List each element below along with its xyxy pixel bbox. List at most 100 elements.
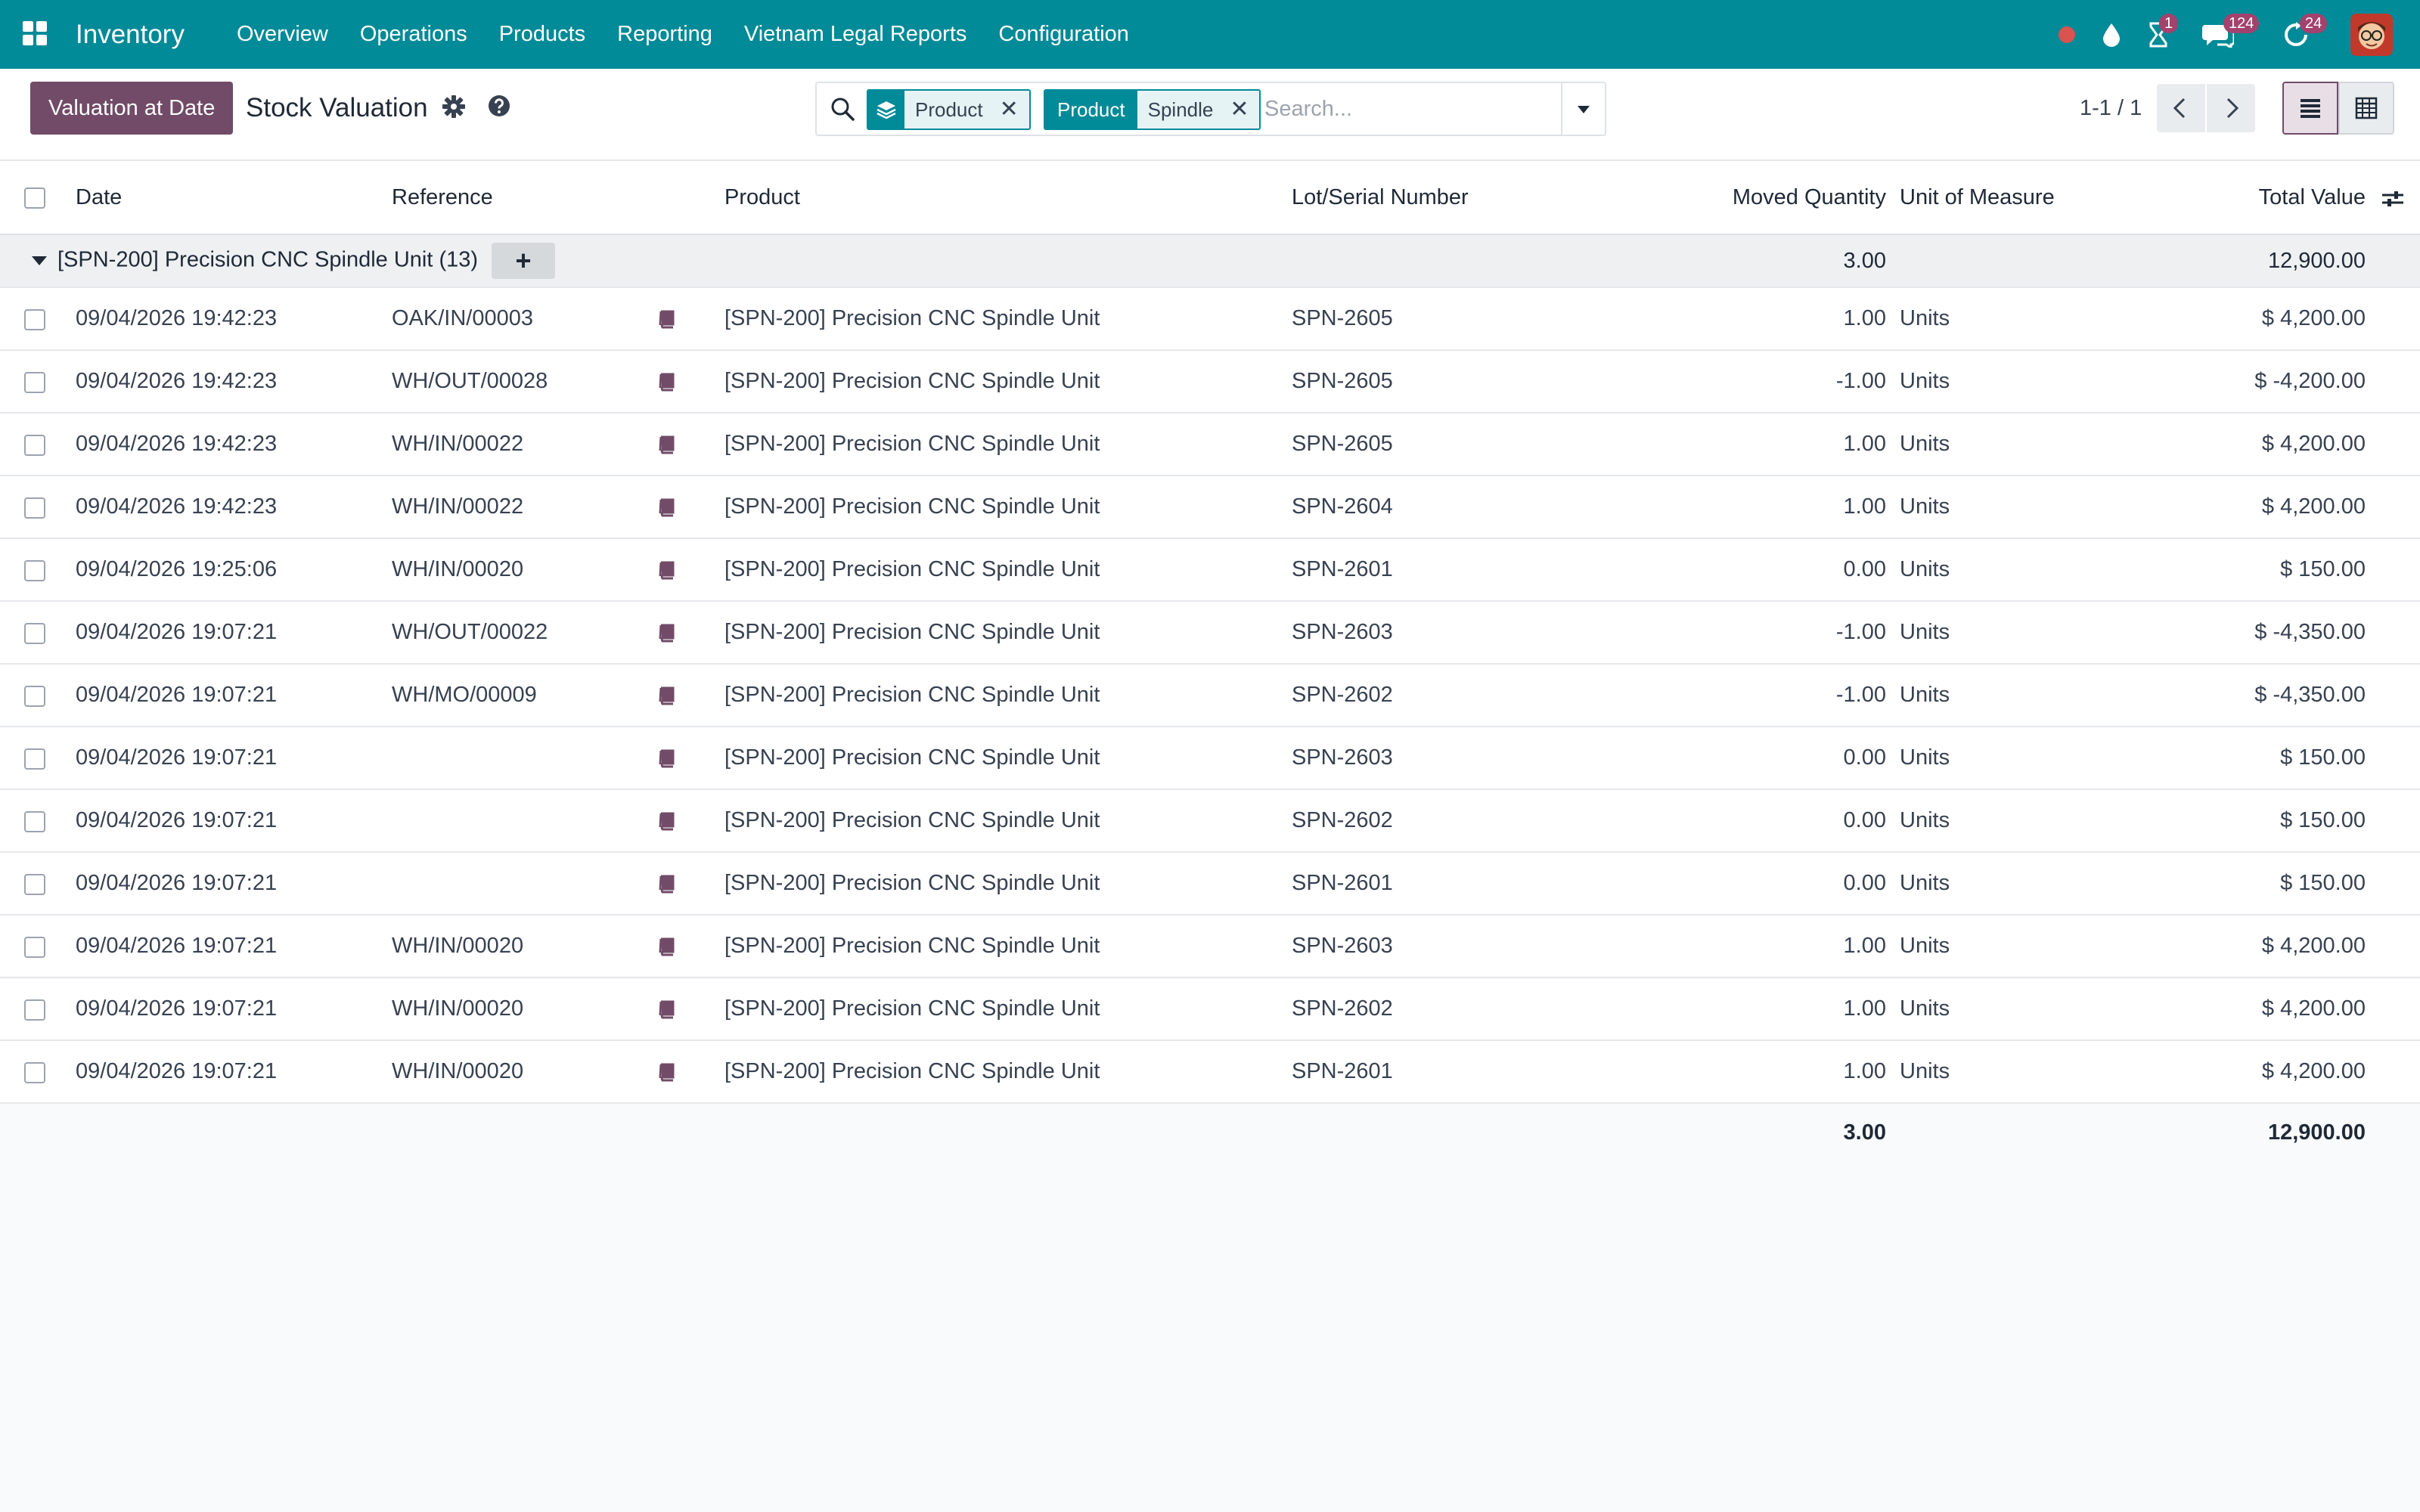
column-reference[interactable]: Reference — [392, 161, 653, 235]
apps-menu-icon[interactable] — [21, 20, 48, 47]
column-lot-serial[interactable]: Lot/Serial Number — [1292, 161, 1640, 235]
menu-operations[interactable]: Operations — [344, 0, 483, 69]
book-icon[interactable] — [656, 999, 676, 1019]
row-checkbox[interactable] — [24, 622, 45, 644]
row-checkbox[interactable] — [24, 559, 45, 581]
row-checkbox[interactable] — [24, 999, 45, 1021]
column-product[interactable]: Product — [724, 161, 1292, 235]
book-icon[interactable] — [656, 748, 676, 768]
user-avatar[interactable] — [2350, 14, 2393, 56]
table-row[interactable]: 09/04/2026 19:07:21 WH/OUT/00022 [SPN-200]… — [0, 601, 2420, 665]
row-select-cell — [0, 413, 76, 476]
pivot-view-button[interactable] — [2338, 82, 2394, 135]
column-unit-of-measure[interactable]: Unit of Measure — [1900, 161, 2195, 235]
book-icon[interactable] — [656, 1062, 676, 1082]
cell-date: 09/04/2026 19:07:21 — [76, 664, 392, 727]
column-moved-quantity[interactable]: Moved Quantity — [1640, 161, 1900, 235]
layers-icon — [876, 101, 896, 119]
table-row[interactable]: 09/04/2026 19:42:23 WH/IN/00022 [SPN-200] … — [0, 413, 2420, 476]
menu-reporting[interactable]: Reporting — [601, 0, 728, 69]
table-icon — [2355, 97, 2378, 119]
table-row[interactable]: 09/04/2026 19:42:23 OAK/IN/00003 [SPN-200]… — [0, 287, 2420, 351]
filter-facet-value: Spindle ✕ — [1137, 91, 1260, 129]
row-checkbox[interactable] — [24, 873, 45, 895]
drop-button[interactable] — [2098, 0, 2125, 69]
group-qty: 3.00 — [1640, 234, 1900, 288]
pager-value[interactable]: 1-1 / 1 — [2080, 82, 2142, 135]
table-row[interactable]: 09/04/2026 19:07:21 WH/MO/00009 [SPN-200] … — [0, 664, 2420, 727]
book-icon[interactable] — [656, 686, 676, 705]
cell-unit-of-measure: Units — [1900, 287, 2195, 351]
row-checkbox[interactable] — [24, 748, 45, 770]
menu-vietnam-legal-reports[interactable]: Vietnam Legal Reports — [728, 0, 982, 69]
remove-facet-icon[interactable]: ✕ — [1000, 92, 1019, 127]
row-select-cell — [0, 601, 76, 665]
table-row[interactable]: 09/04/2026 19:07:21 [SPN-200] Precision C… — [0, 727, 2420, 790]
book-icon[interactable] — [656, 497, 676, 517]
recording-status[interactable] — [2055, 0, 2078, 69]
cell-reference: WH/OUT/00028 — [392, 350, 653, 414]
caret-down-icon — [1578, 106, 1590, 113]
book-icon[interactable] — [656, 372, 676, 392]
row-checkbox[interactable] — [24, 434, 45, 456]
book-icon[interactable] — [656, 623, 676, 643]
gear-icon[interactable] — [442, 94, 466, 119]
cell-total-value: $ -4,200.00 — [2195, 350, 2420, 414]
row-select-cell — [0, 1040, 76, 1104]
book-icon[interactable] — [656, 874, 676, 894]
pager-next-button[interactable] — [2207, 84, 2255, 132]
caret-down-icon[interactable] — [32, 256, 47, 265]
row-checkbox[interactable] — [24, 308, 45, 330]
page-title: Stock Valuation — [246, 93, 428, 122]
cell-date: 09/04/2026 19:07:21 — [76, 601, 392, 665]
help-icon[interactable] — [488, 94, 510, 117]
row-checkbox[interactable] — [24, 810, 45, 832]
messages-button[interactable] — [2201, 0, 2235, 69]
valuation-at-date-button[interactable]: Valuation at Date — [30, 82, 234, 135]
row-checkbox[interactable] — [24, 371, 45, 393]
cell-reference — [392, 727, 653, 790]
updates-button[interactable] — [2281, 0, 2311, 69]
table-row[interactable]: 09/04/2026 19:25:06 WH/IN/00020 [SPN-200] … — [0, 538, 2420, 602]
activities-button[interactable] — [2143, 0, 2173, 69]
book-icon[interactable] — [656, 560, 676, 580]
row-checkbox[interactable] — [24, 497, 45, 519]
menu-configuration[interactable]: Configuration — [982, 0, 1145, 69]
table-row[interactable]: 09/04/2026 19:07:21 [SPN-200] Precision C… — [0, 789, 2420, 853]
list-view-button[interactable] — [2282, 82, 2338, 135]
cell-total-value: $ 4,200.00 — [2195, 915, 2420, 978]
book-icon[interactable] — [656, 435, 676, 454]
book-icon[interactable] — [656, 309, 676, 329]
table-row[interactable]: 09/04/2026 19:07:21 WH/IN/00020 [SPN-200] … — [0, 1040, 2420, 1104]
table-row[interactable]: 09/04/2026 19:07:21 WH/IN/00020 [SPN-200] … — [0, 915, 2420, 978]
search-options-toggle[interactable] — [1561, 83, 1605, 135]
cell-unit-of-measure: Units — [1900, 664, 2195, 727]
book-icon[interactable] — [656, 937, 676, 956]
cell-date: 09/04/2026 19:42:23 — [76, 413, 392, 476]
pager-previous-button[interactable] — [2157, 84, 2205, 132]
cell-reference: WH/IN/00020 — [392, 978, 653, 1041]
table-row[interactable]: 09/04/2026 19:42:23 WH/IN/00022 [SPN-200] … — [0, 476, 2420, 539]
row-checkbox[interactable] — [24, 936, 45, 958]
cell-date: 09/04/2026 19:42:23 — [76, 476, 392, 539]
row-checkbox[interactable] — [24, 1061, 45, 1083]
table-row[interactable]: 09/04/2026 19:07:21 WH/IN/00020 [SPN-200] … — [0, 978, 2420, 1041]
add-line-button[interactable]: + — [492, 243, 556, 279]
select-all-checkbox[interactable] — [24, 187, 45, 209]
table-row[interactable]: 09/04/2026 19:07:21 [SPN-200] Precision C… — [0, 852, 2420, 916]
cell-total-value: $ 4,200.00 — [2195, 413, 2420, 476]
cell-product: [SPN-200] Precision CNC Spindle Unit — [724, 1040, 1292, 1104]
remove-facet-icon[interactable]: ✕ — [1230, 92, 1249, 127]
book-icon[interactable] — [656, 811, 676, 831]
row-checkbox[interactable] — [24, 685, 45, 707]
menu-overview[interactable]: Overview — [221, 0, 344, 69]
app-name[interactable]: Inventory — [76, 0, 185, 69]
column-date[interactable]: Date — [76, 161, 392, 235]
optional-columns-icon[interactable] — [2381, 187, 2405, 211]
activities-badge: 1 — [2159, 14, 2179, 33]
table-row[interactable]: 09/04/2026 19:42:23 WH/OUT/00028 [SPN-200]… — [0, 350, 2420, 414]
search-icon[interactable] — [829, 95, 856, 122]
menu-products[interactable]: Products — [483, 0, 601, 69]
search-input[interactable] — [1263, 89, 1553, 129]
group-row[interactable]: [SPN-200] Precision CNC Spindle Unit (13… — [0, 234, 2420, 288]
